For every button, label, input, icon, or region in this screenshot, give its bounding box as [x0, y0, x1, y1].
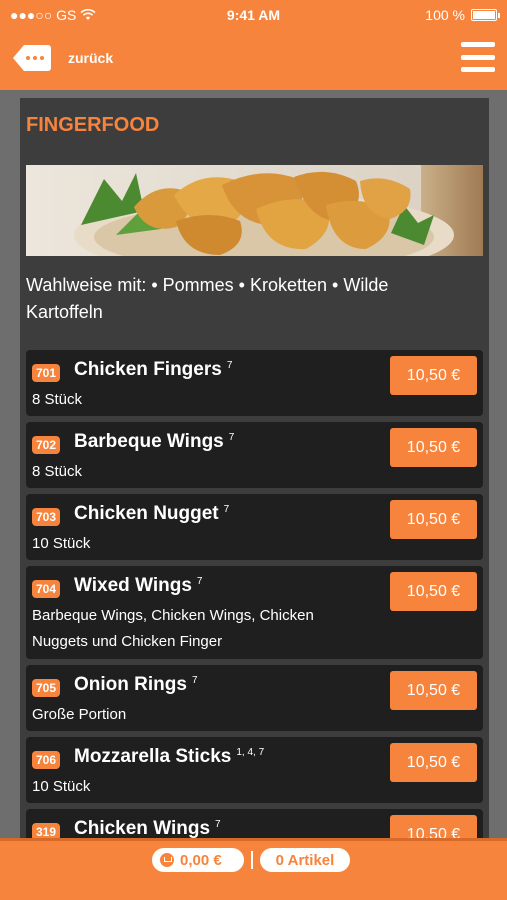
battery-indicator: 100 % [425, 7, 500, 23]
item-allergen-note: 7 [226, 359, 233, 371]
back-button[interactable]: zurück [12, 43, 113, 73]
cart-icon [160, 853, 174, 867]
cart-total-button[interactable]: 0,00 € [152, 848, 244, 872]
item-name-text: Onion Rings [74, 674, 187, 695]
item-allergen-note: 7 [191, 674, 198, 686]
menu-item[interactable]: 706 Mozzarella Sticks 1, 4, 7 10 Stück 10… [26, 737, 483, 803]
menu-line [461, 54, 495, 60]
item-name-text: Wixed Wings [74, 575, 192, 596]
battery-label: 100 % [425, 7, 465, 23]
item-number: 702 [32, 436, 61, 454]
item-name-text: Chicken Fingers [74, 359, 222, 380]
articles-count-button[interactable]: 0 Artikel [260, 848, 350, 872]
item-name-text: Mozzarella Sticks [74, 746, 232, 767]
item-number: 703 [32, 508, 61, 526]
battery-icon [471, 9, 500, 21]
price-button[interactable]: 10,50 € [390, 815, 477, 840]
item-number: 706 [32, 751, 61, 769]
item-allergen-note: 7 [196, 575, 203, 587]
item-name: Chicken Nugget 7 [74, 503, 229, 525]
item-name: Wixed Wings 7 [74, 575, 202, 597]
item-allergen-note: 1, 4, 7 [236, 746, 265, 758]
item-name: Barbeque Wings 7 [74, 431, 234, 453]
menu-panel: FINGERFOOD Wahlweise mit: • Pommes • Kro… [20, 98, 489, 840]
price-button[interactable]: 10,50 € [390, 671, 477, 710]
price-button[interactable]: 10,50 € [390, 572, 477, 611]
divider [251, 851, 253, 869]
menu-item[interactable]: 705 Onion Rings 7 Große Portion 10,50 € [26, 665, 483, 731]
back-arrow-tag-icon [13, 45, 51, 71]
price-button[interactable]: 10,50 € [390, 743, 477, 782]
item-description: 8 Stück [32, 463, 83, 480]
item-description: Barbeque Wings, Chicken Wings, Chicken N… [32, 607, 314, 650]
section-title: FINGERFOOD [26, 114, 160, 136]
menu-line [461, 67, 495, 72]
item-number: 705 [32, 679, 61, 697]
menu-item[interactable]: 703 Chicken Nugget 7 10 Stück 10,50 € [26, 494, 483, 560]
battery-fill [473, 11, 495, 19]
back-label: zurück [68, 50, 114, 66]
price-button[interactable]: 10,50 € [390, 428, 477, 467]
item-number: 704 [32, 580, 61, 598]
cart-total: 0,00 € [180, 851, 222, 869]
item-name: Onion Rings 7 [74, 674, 198, 696]
item-allergen-note: 7 [228, 431, 235, 443]
item-name: Chicken Fingers 7 [74, 359, 232, 381]
cart-bar: 0,00 € 0 Artikel [0, 838, 507, 900]
item-number: 701 [32, 364, 61, 382]
item-description: 8 Stück [32, 391, 83, 408]
status-bar: ●●●○○ GS 9:41 AM 100 % [0, 0, 507, 30]
section-description: Wahlweise mit: • Pommes • Kroketten • Wi… [26, 275, 389, 322]
menu-item[interactable]: 704 Wixed Wings 7 Barbeque Wings, Chicken… [26, 566, 483, 659]
nav-bar: zurück [0, 30, 507, 90]
price-button[interactable]: 10,50 € [390, 356, 477, 395]
item-allergen-note: 7 [215, 818, 221, 830]
menu-line [461, 42, 495, 47]
item-description: 10 Stück [32, 535, 91, 552]
price-button[interactable]: 10,50 € [390, 500, 477, 539]
menu-item[interactable]: 702 Barbeque Wings 7 8 Stück 10,50 € [26, 422, 483, 488]
menu-item[interactable]: 319 Chicken Wings 7 10,50 € [26, 809, 483, 840]
item-name: Mozzarella Sticks 1, 4, 7 [74, 746, 264, 768]
item-name: Chicken Wings 7 [74, 818, 221, 840]
hamburger-menu-icon[interactable] [461, 42, 495, 72]
item-name-text: Chicken Nugget [74, 503, 219, 524]
item-description: Große Portion [32, 706, 127, 723]
chicken-nuggets-photo [26, 165, 483, 256]
item-name-text: Barbeque Wings [74, 431, 224, 452]
item-allergen-note: 7 [223, 503, 230, 515]
menu-item[interactable]: 701 Chicken Fingers 7 8 Stück 10,50 € [26, 350, 483, 416]
item-description: 10 Stück [32, 778, 91, 795]
item-name-text: Chicken Wings [74, 818, 211, 839]
